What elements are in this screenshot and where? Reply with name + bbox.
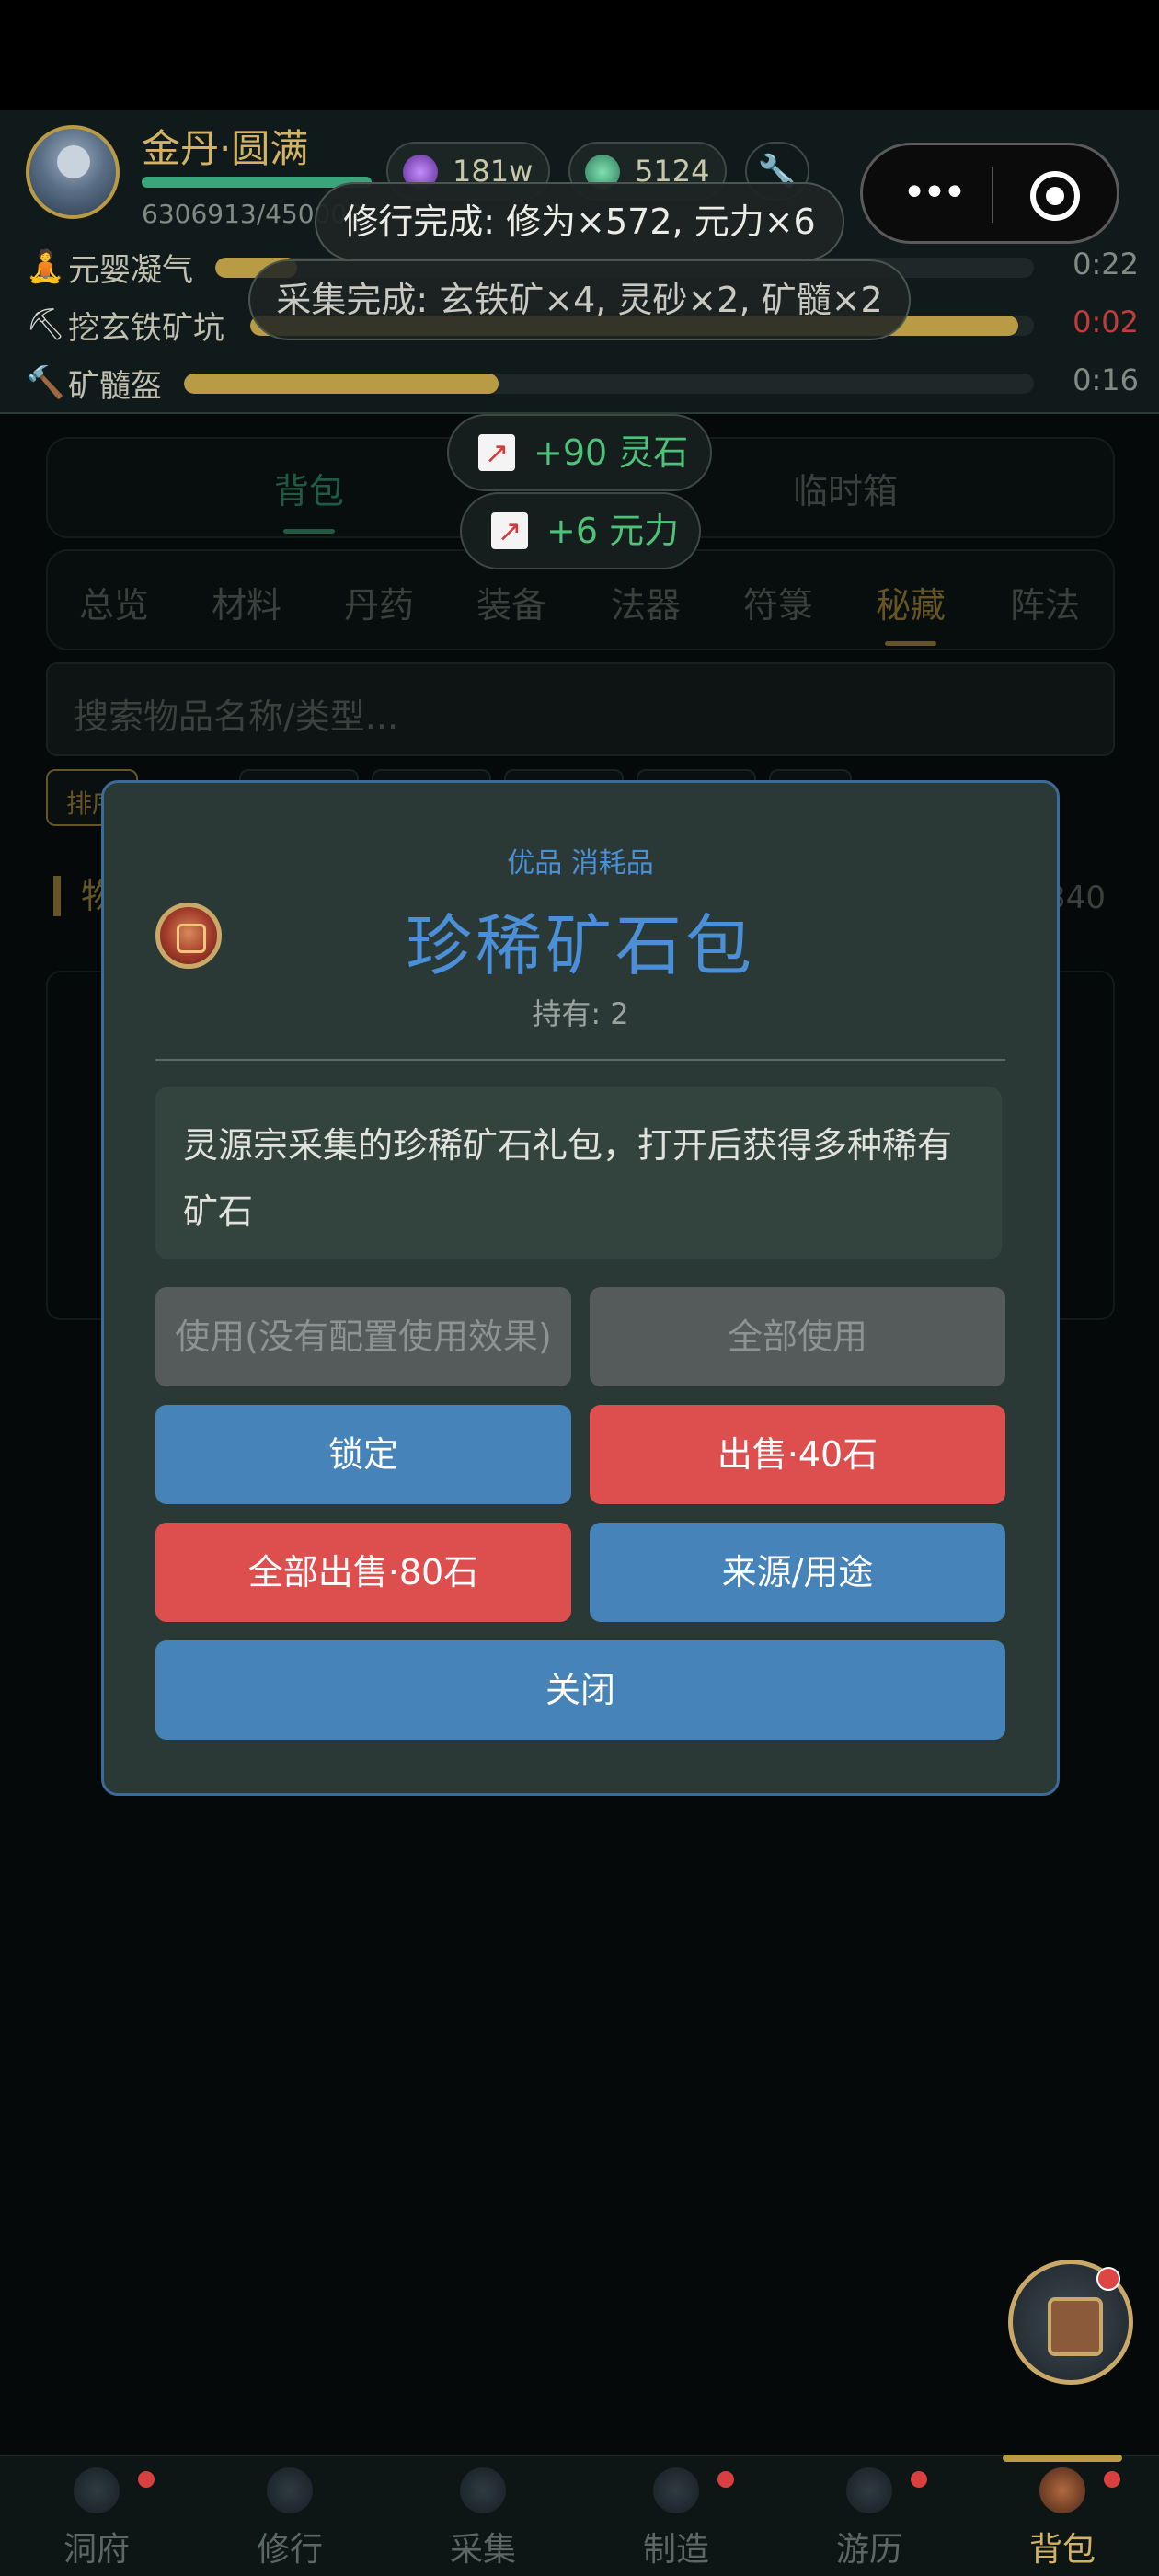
nav-bag[interactable]: 背包 <box>966 2455 1159 2576</box>
nav-gather[interactable]: 采集 <box>386 2456 580 2576</box>
notification-dot <box>911 2471 927 2488</box>
item-detail-modal: 优品 消耗品 珍稀矿石包 持有: 2 灵源宗采集的珍稀矿石礼包，打开后获得多种稀… <box>101 780 1060 1796</box>
bag-icon <box>1039 2467 1085 2513</box>
herb-icon <box>460 2467 506 2513</box>
gather-toast: 采集完成: 玄铁矿×4, 灵砂×2, 矿髓×2 <box>248 259 911 340</box>
close-button[interactable]: 关闭 <box>155 1640 1005 1740</box>
nav-craft[interactable]: 制造 <box>580 2456 773 2576</box>
miniprogram-capsule: ••• <box>860 143 1119 244</box>
avatar[interactable] <box>26 125 120 219</box>
cultivation-rank: 金丹·圆满 <box>142 126 309 171</box>
status-bar <box>0 0 1159 110</box>
pickaxe-icon: ⛏ <box>26 306 66 343</box>
nav-cave[interactable]: 洞府 <box>0 2456 193 2576</box>
close-miniprogram-icon[interactable] <box>1030 171 1080 221</box>
bottom-nav: 洞府 修行 采集 制造 游历 背包 <box>0 2455 1159 2576</box>
notification-dot <box>1104 2471 1120 2488</box>
divider <box>155 1059 1005 1061</box>
task-row: 🔨 矿髓盔 0:16 <box>26 362 1139 405</box>
anvil-icon <box>653 2467 699 2513</box>
sell-button[interactable]: 出售·40石 <box>590 1405 1005 1504</box>
chart-up-icon: ↗ <box>478 434 515 471</box>
notification-dot <box>138 2471 155 2488</box>
item-description: 灵源宗采集的珍稀矿石礼包，打开后获得多种稀有矿石 <box>155 1087 1002 1259</box>
sell-all-button[interactable]: 全部出售·80石 <box>155 1523 571 1622</box>
source-usage-button[interactable]: 来源/用途 <box>590 1523 1005 1622</box>
notification-dot <box>1096 2267 1120 2291</box>
nav-cultivate[interactable]: 修行 <box>193 2456 386 2576</box>
task-progress <box>184 374 1034 394</box>
item-title: 珍稀矿石包 <box>405 907 755 984</box>
meditate-icon: 🧘 <box>26 248 65 285</box>
more-icon[interactable]: ••• <box>896 166 970 221</box>
lock-button[interactable]: 锁定 <box>155 1405 571 1504</box>
gain-toast: ↗ +6 元力 <box>460 492 701 569</box>
hammer-icon: 🔨 <box>26 364 65 401</box>
lotus-icon <box>267 2467 313 2513</box>
item-holding: 持有: 2 <box>532 996 629 1031</box>
gain-toast: ↗ +90 灵石 <box>447 414 712 491</box>
nav-travel[interactable]: 游历 <box>773 2456 966 2576</box>
cultivate-toast: 修行完成: 修为×572, 元力×6 <box>315 182 844 261</box>
item-tags: 优品 消耗品 <box>507 847 654 880</box>
cave-icon <box>74 2467 120 2513</box>
use-all-button[interactable]: 全部使用 <box>590 1287 1005 1386</box>
compass-icon <box>846 2467 892 2513</box>
chart-up-icon: ↗ <box>491 512 528 549</box>
notification-dot <box>717 2471 734 2488</box>
use-button[interactable]: 使用(没有配置使用效果) <box>155 1287 571 1386</box>
